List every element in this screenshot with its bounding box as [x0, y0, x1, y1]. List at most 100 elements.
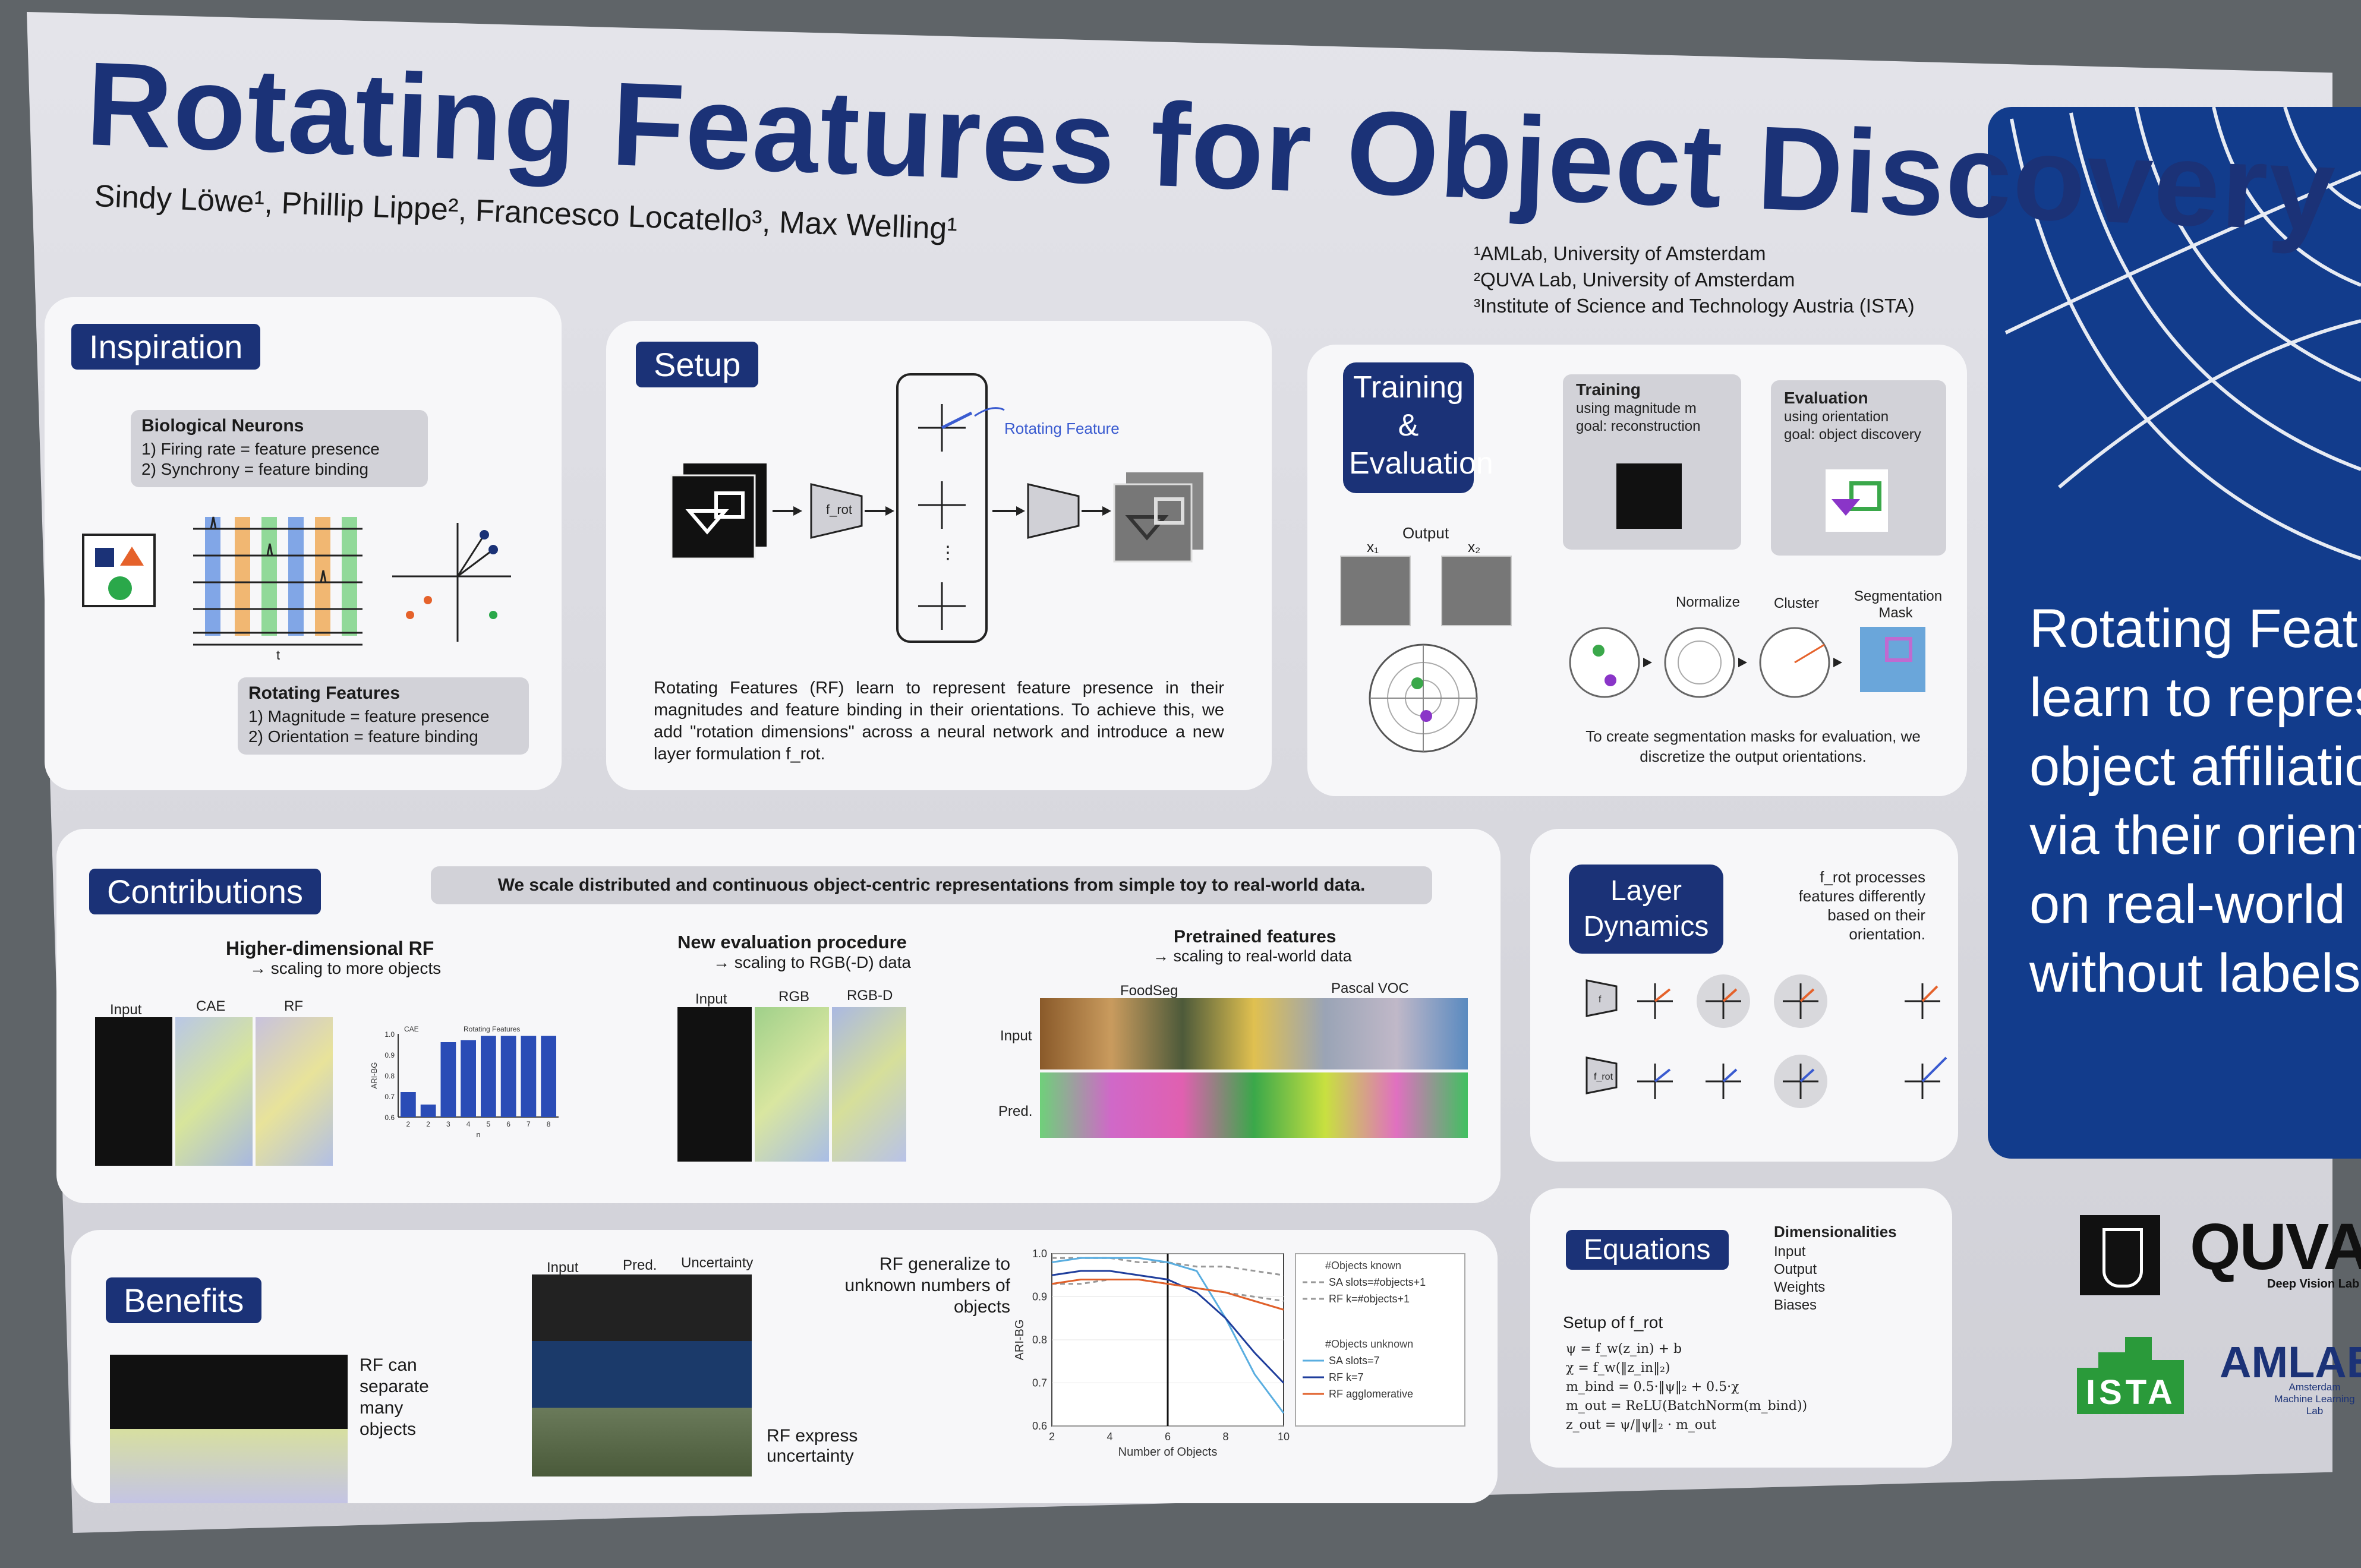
output-x1 — [1340, 556, 1411, 626]
y-tick-label: 0.9 — [1032, 1291, 1047, 1303]
x-tick-label: 3 — [446, 1120, 450, 1128]
inspiration-figure: t — [82, 516, 511, 662]
equation-line: χ = f_w(‖z_in‖₂) — [1566, 1361, 1670, 1375]
legend-entry: SA slots=7 — [1329, 1355, 1380, 1367]
col2-input-image — [677, 1007, 752, 1162]
uncertainty-text: RF express uncertainty — [767, 1426, 858, 1466]
bar — [541, 1036, 556, 1117]
col2-rgb-image — [755, 1007, 829, 1162]
time-axis-label: t — [276, 648, 280, 662]
banner-text: We scale distributed and continuous obje… — [497, 875, 1366, 895]
y-tick-label: 1.0 — [1032, 1248, 1047, 1260]
bar — [500, 1036, 516, 1117]
evaluation-title: Evaluation — [1784, 389, 1868, 407]
x-tick-label: 4 — [1107, 1431, 1112, 1443]
col1-input-image — [95, 1017, 172, 1166]
x-tick-label: 6 — [506, 1120, 510, 1128]
dims-title: Dimensionalities — [1774, 1223, 1897, 1241]
col3-title: Pretrained features — [1174, 927, 1336, 947]
bar — [401, 1092, 416, 1117]
bio-line: 1) Firing rate = feature presence — [141, 440, 380, 458]
row-label: Pred. — [998, 1103, 1033, 1119]
layer-frot: f_rot — [1594, 1072, 1613, 1082]
bar-chart: 0.6 0.7 0.8 0.9 1.0 2 2 3 4 5 6 7 8 CAE Rotating Featu… — [370, 1025, 559, 1139]
side-line: without labels. — [2029, 943, 2361, 1004]
bar — [481, 1036, 496, 1117]
dim-item: Input — [1774, 1244, 1806, 1260]
side-line: object affiliatio — [2029, 736, 2361, 797]
x-tick-label: 8 — [547, 1120, 551, 1128]
equation-line: z_out = ψ/‖ψ‖₂ · m_out — [1566, 1418, 1717, 1433]
cluster-label: Cluster — [1774, 595, 1820, 611]
rf-title: Rotating Features — [248, 683, 401, 703]
rf-line: 2) Orientation = feature binding — [248, 727, 478, 746]
affiliation: ³Institute of Science and Technology Aus… — [1474, 295, 1915, 317]
col1-cae-image — [175, 1017, 253, 1166]
ista-logo: ISTA — [2086, 1373, 2176, 1412]
separate-images — [110, 1355, 348, 1503]
inspiration-header: Inspiration — [71, 324, 261, 370]
y-tick-label: 0.8 — [1032, 1334, 1047, 1346]
x-tick-label: 6 — [1165, 1431, 1171, 1443]
series-label: Rotating Features — [464, 1025, 520, 1033]
y-tick-label: 0.7 — [384, 1093, 395, 1101]
amlab-sub: Amsterdam Machine Learning Lab — [2274, 1381, 2355, 1416]
legend-entry: RF k=7 — [1329, 1371, 1364, 1383]
grid-label: Pred. — [623, 1257, 657, 1273]
layer-dynamics-text: f_rot processes features differently bas… — [1798, 868, 1925, 943]
amlab-logo: AMLAB — [2220, 1337, 2361, 1387]
affiliation: ¹AMLab, University of Amsterdam — [1474, 242, 1766, 264]
col2-title: New evaluation procedure — [677, 932, 907, 952]
training-box: Training using magnitude m goal: reconst… — [1563, 374, 1741, 550]
series-label: CAE — [404, 1025, 419, 1033]
col3-input-images — [1040, 998, 1468, 1069]
legend-entry: RF k=#objects+1 — [1329, 1293, 1410, 1305]
x1-label: x₁ — [1367, 540, 1379, 556]
affiliation: ²QUVA Lab, University of Amsterdam — [1474, 269, 1795, 291]
grid-label: Uncertainty — [681, 1255, 754, 1271]
y-axis-label: ARI-BG — [1013, 1320, 1026, 1361]
col2-rgbd-image — [832, 1007, 906, 1162]
legend-entry: RF agglomerative — [1329, 1388, 1413, 1400]
bio-box: Biological Neurons 1) Firing rate = feat… — [131, 410, 428, 487]
legend-title: #Objects unknown — [1325, 1338, 1413, 1350]
side-line: via their orienta — [2029, 805, 2361, 866]
setup-description: Rotating Features (RF) learn to represen… — [654, 679, 1224, 764]
line-chart: 0.6 0.7 0.8 0.9 1.0 2 4 6 8 10 Number of Objects AR… — [1013, 1248, 1465, 1459]
side-line: Rotating Featu — [2029, 598, 2361, 659]
y-tick-label: 0.7 — [1032, 1377, 1047, 1389]
col1-label: Input — [110, 1002, 142, 1018]
col2-label: Input — [695, 991, 727, 1007]
y-axis-label: ARI-BG — [370, 1062, 379, 1089]
col1-label: RF — [284, 998, 303, 1014]
cluster-pipeline — [1569, 627, 1925, 698]
equation-lines: ψ = f_w(z_in) + b χ = f_w(‖z_in‖₂) m_bin… — [1566, 1340, 1807, 1435]
normalize-label: Normalize — [1676, 594, 1741, 610]
col1-rf-image — [256, 1017, 333, 1166]
col3-sub: → scaling to real-world data — [1153, 947, 1352, 965]
legend-entry: SA slots=#objects+1 — [1329, 1276, 1426, 1288]
side-panel-text: Rotating Featu learn to represe object a… — [2029, 594, 2361, 1008]
y-tick-label: 0.6 — [1032, 1420, 1047, 1432]
dim-item: Output — [1774, 1261, 1817, 1277]
equations-header: Equations — [1566, 1230, 1729, 1270]
rf-line: 1) Magnitude = feature presence — [248, 707, 490, 725]
col1-label: CAE — [196, 998, 226, 1014]
y-tick-label: 0.9 — [384, 1051, 395, 1059]
training-line: goal: reconstruction — [1576, 418, 1701, 434]
grid-label: Input — [547, 1260, 579, 1276]
equation-line: m_bind = 0.5·‖ψ‖₂ + 0.5·χ — [1566, 1380, 1739, 1395]
bar — [440, 1042, 456, 1117]
bio-line: 2) Synchrony = feature binding — [141, 460, 369, 478]
setup-figure: f_rot ⋮ Rotating Feature — [670, 373, 1203, 643]
benefits-header: Benefits — [106, 1277, 262, 1323]
contributions-header: Contributions — [89, 869, 321, 914]
col3-label: FoodSeg — [1120, 983, 1178, 999]
y-tick-label: 0.8 — [384, 1072, 395, 1080]
setup-frot-title: Setup of f_rot — [1563, 1313, 1663, 1332]
layer-dynamics-header: Layer Dynamics — [1569, 865, 1723, 954]
quva-sub: Deep Vision Lab — [2267, 1277, 2360, 1291]
uncertainty-images — [532, 1274, 752, 1476]
evaluation-line: goal: object discovery — [1784, 427, 1921, 443]
training-caption: To create segmentation masks for evaluat… — [1585, 727, 1921, 765]
